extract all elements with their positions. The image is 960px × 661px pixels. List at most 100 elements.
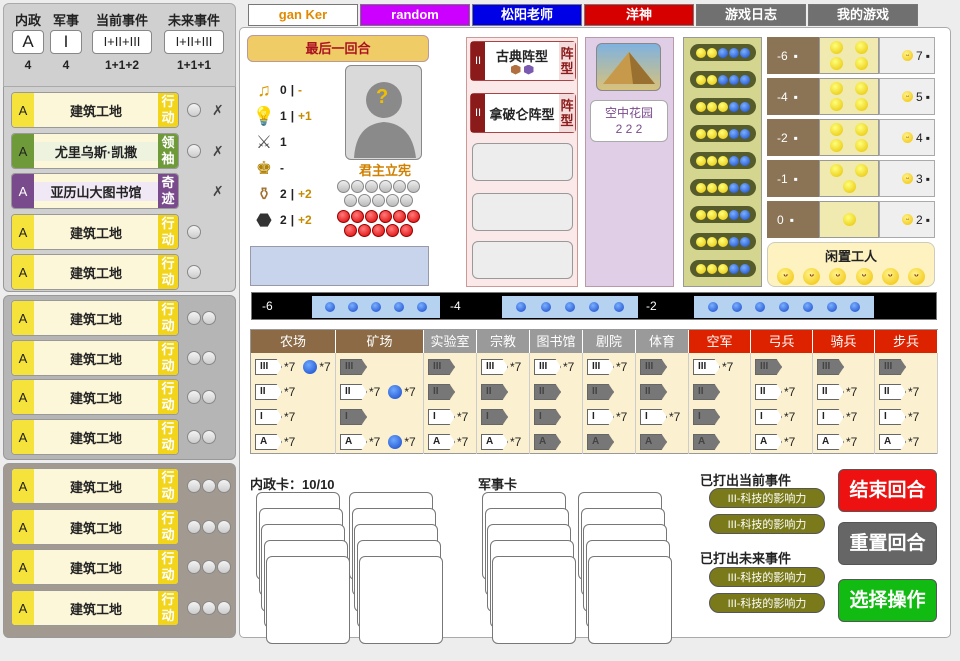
dot-icon[interactable] [202,430,216,444]
dot-icon[interactable] [187,560,201,574]
tech-cell[interactable]: A *7 [255,434,295,450]
counter-box[interactable]: I+II+III [164,30,224,54]
tech-cell[interactable]: I *7 [755,409,795,425]
tab-my-games[interactable]: 我的游戏 [808,4,918,26]
dot-icon[interactable] [187,311,201,325]
worker-icon[interactable]: ᵕ [803,268,821,285]
close-icon[interactable]: ✗ [212,183,224,200]
hand-card[interactable]: A 亚历山大图书馆 奇迹 [11,173,179,209]
tech-cell[interactable]: III [340,359,367,375]
dot-icon[interactable] [187,103,201,117]
dot-icon[interactable] [202,311,216,325]
hand-card[interactable]: A 建筑工地 行动 [11,300,179,336]
hand-card[interactable]: A 建筑工地 行动 [11,254,179,290]
empty-slot[interactable] [472,241,573,279]
dot-icon[interactable] [187,144,201,158]
tech-cell[interactable]: I [534,409,561,425]
tech-cell[interactable]: I *7 [428,409,468,425]
tech-cell[interactable]: I [693,409,720,425]
dot-icon[interactable] [187,601,201,615]
tab-player-gan-ker[interactable]: gan Ker [248,4,358,26]
hand-card[interactable]: A 建筑工地 行动 [11,340,179,376]
tech-cell[interactable]: III [428,359,455,375]
tactic-card[interactable]: II 拿破仑阵型 阵型 [470,93,576,133]
tech-cell[interactable]: I *7 [640,409,680,425]
close-icon[interactable]: ✗ [212,102,224,119]
stacked-card[interactable] [588,556,672,644]
hand-card[interactable]: A 尤里乌斯·凯撒 领袖 [11,133,179,169]
tech-cell[interactable]: II [587,384,614,400]
event-card[interactable]: III-科技的影响力 [709,514,825,534]
worker-icon[interactable]: ᵕ [829,268,847,285]
worker-icon[interactable]: ᵕ [907,268,925,285]
dot-icon[interactable] [202,390,216,404]
tech-cell[interactable]: A [534,434,561,450]
hand-card[interactable]: A 建筑工地 行动 [11,379,179,415]
tech-cell[interactable]: III *7 [587,359,627,375]
tech-cell[interactable]: III [755,359,782,375]
dot-icon[interactable] [202,601,216,615]
tab-player-yangshen[interactable]: 洋神 [584,4,694,26]
hand-card[interactable]: A 建筑工地 行动 [11,214,179,250]
tech-cell[interactable]: II *7 *7 [340,384,416,400]
tech-cell[interactable]: I *7 [817,409,857,425]
worker-icon[interactable]: ᵕ [777,268,795,285]
worker-icon[interactable]: ᵕ [881,268,899,285]
choose-action-button[interactable]: 选择操作 [838,579,937,622]
hand-card[interactable]: A 建筑工地 行动 [11,419,179,455]
dot-icon[interactable] [202,351,216,365]
tech-cell[interactable]: I [340,409,367,425]
event-card[interactable]: III-科技的影响力 [709,567,825,587]
tech-cell[interactable]: A [693,434,720,450]
dot-icon[interactable] [187,390,201,404]
dot-icon[interactable] [187,265,201,279]
tech-cell[interactable]: II *7 [755,384,795,400]
pyramid-image[interactable] [596,43,661,91]
dot-icon[interactable] [187,225,201,239]
tech-cell[interactable]: A *7 *7 [340,434,416,450]
tech-cell[interactable]: I [481,409,508,425]
tech-cell[interactable]: A [640,434,667,450]
counter-box[interactable]: I [50,30,82,54]
hand-card[interactable]: A 建筑工地 行动 [11,92,179,128]
tech-cell[interactable]: A *7 [428,434,468,450]
tech-cell[interactable]: A *7 [817,434,857,450]
event-card[interactable]: III-科技的影响力 [709,488,825,508]
tech-cell[interactable]: I *7 [255,409,295,425]
empty-slot[interactable] [472,193,573,231]
tech-cell[interactable]: III [817,359,844,375]
tech-cell[interactable]: III [879,359,906,375]
wonder-card[interactable]: 空中花园 2 2 2 [590,100,668,142]
tech-cell[interactable]: A [587,434,614,450]
tech-cell[interactable]: III *7 *7 [255,359,331,375]
dot-icon[interactable] [217,601,231,615]
tactic-card[interactable]: II 古典阵型 阵型 [470,41,576,81]
dot-icon[interactable] [217,520,231,534]
hand-card[interactable]: A 建筑工地 行动 [11,509,179,545]
tech-cell[interactable]: III *7 [534,359,574,375]
reset-turn-button[interactable]: 重置回合 [838,522,937,565]
tech-cell[interactable]: A *7 [755,434,795,450]
end-turn-button[interactable]: 结束回合 [838,469,937,512]
hand-card[interactable]: A 建筑工地 行动 [11,549,179,585]
worker-icon[interactable]: ᵕ [855,268,873,285]
tech-cell[interactable]: III *7 [481,359,521,375]
tech-cell[interactable]: I *7 [879,409,919,425]
dot-icon[interactable] [202,479,216,493]
tech-cell[interactable]: A *7 [481,434,521,450]
leader-portrait[interactable]: ? [345,65,422,160]
tech-cell[interactable]: I *7 [587,409,627,425]
dot-icon[interactable] [187,430,201,444]
tech-cell[interactable]: II [693,384,720,400]
tech-cell[interactable]: III *7 [693,359,733,375]
hand-card[interactable]: A 建筑工地 行动 [11,590,179,626]
tech-cell[interactable]: A *7 [879,434,919,450]
dot-icon[interactable] [187,520,201,534]
close-icon[interactable]: ✗ [212,143,224,160]
dot-icon[interactable] [187,479,201,493]
tab-player-random[interactable]: random [360,4,470,26]
dot-icon[interactable] [217,560,231,574]
tech-cell[interactable]: II [640,384,667,400]
stacked-card[interactable] [492,556,576,644]
dot-icon[interactable] [217,479,231,493]
